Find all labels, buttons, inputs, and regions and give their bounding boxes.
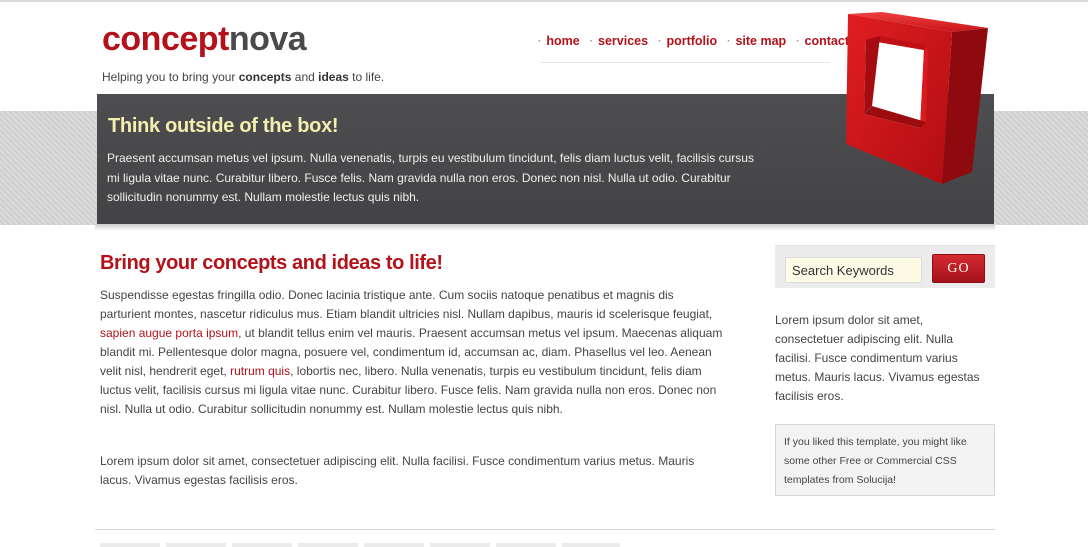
para1-link-2[interactable]: rutrum quis [230,364,290,378]
main-title: Bring your concepts and ideas to life! [100,252,443,274]
footer-divider [95,529,995,530]
hero-title: Think outside of the box! [108,115,339,137]
logo-part-concept: concept [102,20,229,58]
nav-bullet-icon: · [796,35,800,47]
para1-link-1[interactable]: sapien augue porta ipsum [100,326,238,340]
nav-divider [540,62,830,63]
sidebar-text: Lorem ipsum dolor sit amet, consectetuer… [775,313,980,403]
site-logo[interactable]: conceptnova [102,19,307,59]
nav-item-portfolio: · portfolio [658,34,717,48]
nav-bullet-icon: · [538,35,542,47]
tagline-ideas: ideas [318,70,349,84]
top-border [0,0,1088,2]
main-paragraph-1: Suspendisse egestas fringilla odio. Done… [100,286,725,419]
nav-bullet-icon: · [727,35,731,47]
search-panel: GO [775,245,995,288]
hero-text: Praesent accumsan metus vel ipsum. Nulla… [107,151,754,204]
red-box-icon [846,12,988,184]
nav-link-services[interactable]: services [598,34,648,48]
tagline-concepts: concepts [238,70,292,84]
logo-part-nova: nova [228,20,307,58]
para1-text-a: Suspendisse egestas fringilla odio. Done… [100,288,713,321]
tagline-pre: Helping you to bring your [102,70,239,84]
template-note-text: If you liked this template, you might li… [784,436,967,486]
tagline-post: to life. [348,70,385,84]
hero-shadow [95,224,995,230]
template-note-box: If you liked this template, you might li… [775,424,995,496]
nav-link-site-map[interactable]: site map [735,34,786,48]
nav-link-home[interactable]: home [546,34,579,48]
nav-item-services: · services [590,34,648,48]
main-nav: · home · services · portfolio · site map · co… [538,34,859,48]
nav-bullet-icon: · [658,35,662,47]
nav-link-portfolio[interactable]: portfolio [666,34,717,48]
search-input[interactable] [785,257,922,283]
nav-bullet-icon: · [589,35,594,47]
footer-text-cutoff [100,543,620,547]
main-paragraph-2: Lorem ipsum dolor sit amet, consectetuer… [100,454,695,487]
tagline: Helping you to bring your concepts and i… [102,70,384,84]
tagline-mid: and [291,70,319,84]
nav-item-home: · home [538,34,580,48]
nav-item-site-map: · site map [727,34,786,48]
go-button[interactable]: GO [932,254,985,283]
